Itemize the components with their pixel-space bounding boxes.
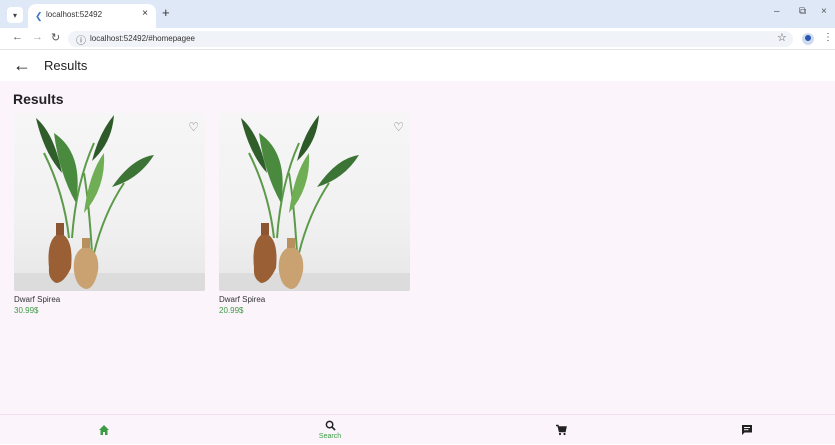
heart-outline-icon[interactable]: ♡ [188, 121, 199, 133]
url-text: localhost:52492/#homepagee [90, 34, 195, 43]
browser-tab-bar: ▾ ❮ localhost:52492 × + – ⧉ × [0, 0, 835, 28]
home-icon [99, 425, 109, 435]
tab-search-menu-icon[interactable]: ▾ [7, 7, 23, 23]
restore-button[interactable]: ⧉ [799, 6, 806, 17]
nav-cart[interactable] [457, 415, 665, 445]
new-tab-button[interactable]: + [162, 6, 170, 20]
product-price: 30.99$ [14, 306, 39, 315]
cart-icon [556, 424, 567, 436]
profile-avatar-icon[interactable] [802, 33, 814, 45]
forward-nav-icon[interactable]: → [32, 31, 43, 43]
product-name: Dwarf Spirea [219, 295, 266, 304]
nav-search[interactable]: Search [226, 415, 434, 445]
heart-outline-icon[interactable]: ♡ [393, 121, 404, 133]
nav-search-label: Search [318, 433, 342, 440]
url-field[interactable]: ⓘ localhost:52492/#homepagee [68, 31, 793, 47]
product-name: Dwarf Spirea [14, 295, 61, 304]
product-image[interactable]: ♡ [219, 113, 410, 291]
close-window-button[interactable]: × [821, 6, 827, 17]
product-image[interactable]: ♡ [14, 113, 205, 291]
arrow-left-icon[interactable]: ← [13, 54, 31, 76]
minimize-button[interactable]: – [774, 6, 780, 17]
nav-chat[interactable] [643, 415, 835, 445]
bookmark-star-icon[interactable]: ☆ [777, 31, 787, 44]
plant-vase-illustration [219, 115, 410, 291]
app-bar: ← Results [0, 50, 835, 81]
tab-close-icon[interactable]: × [142, 8, 148, 19]
reload-icon[interactable]: ↻ [51, 31, 60, 44]
nav-home[interactable] [0, 415, 208, 445]
product-price: 20.99$ [219, 306, 244, 315]
plant-vase-illustration [14, 115, 205, 291]
back-nav-icon[interactable]: ← [12, 31, 23, 43]
favicon-icon: ❮ [35, 11, 43, 21]
tab-title: localhost:52492 [46, 10, 103, 19]
browser-address-bar: ← → ↻ ⓘ localhost:52492/#homepagee ☆ ⋮ [0, 28, 835, 50]
results-page: Results ♡ Dwarf Spirea 30.99$ ♡ Dwarf Sp… [0, 81, 835, 414]
browser-menu-icon[interactable]: ⋮ [823, 32, 833, 43]
site-info-icon[interactable]: ⓘ [76, 32, 86, 47]
browser-tab[interactable]: ❮ localhost:52492 × [28, 4, 156, 28]
chat-icon [742, 425, 752, 435]
bottom-navigation: Search [0, 414, 835, 444]
search-icon [325, 420, 336, 431]
app-bar-title: Results [44, 58, 88, 73]
page-title: Results [13, 91, 64, 107]
